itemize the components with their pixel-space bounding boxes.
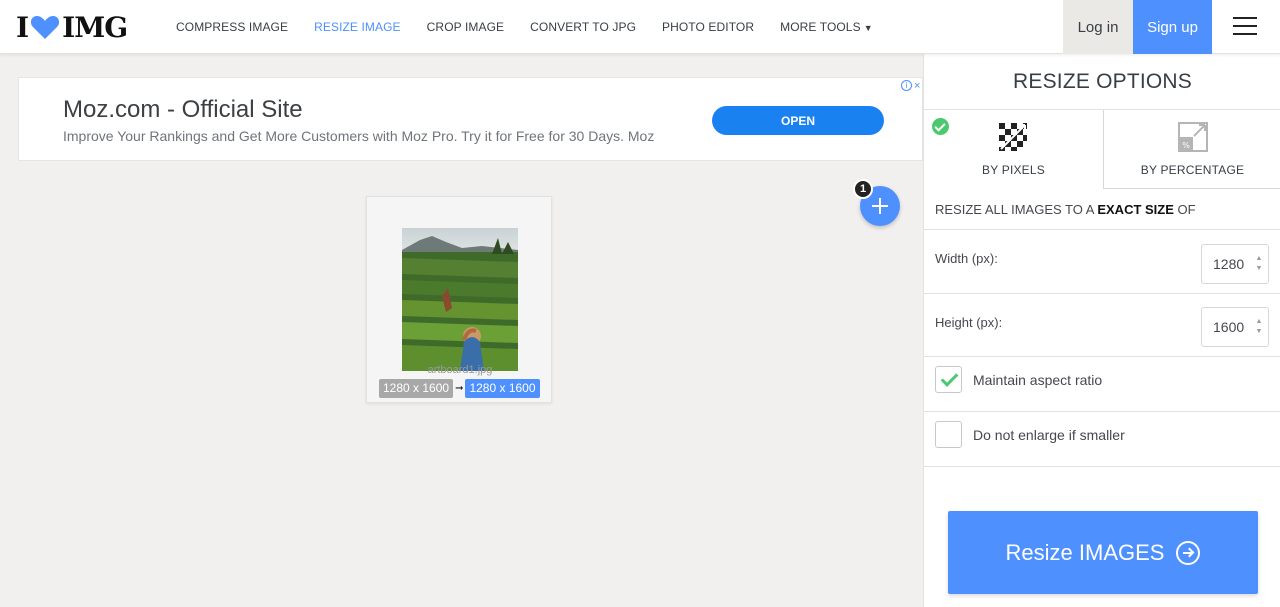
login-button[interactable]: Log in xyxy=(1063,0,1133,54)
logo-letter-i: I xyxy=(16,10,29,44)
nav-resize-image[interactable]: RESIZE IMAGE xyxy=(314,20,401,34)
ad-description: Improve Your Rankings and Get More Custo… xyxy=(63,128,655,144)
maintain-aspect-checkbox[interactable] xyxy=(935,366,962,393)
ad-open-button[interactable]: OPEN xyxy=(712,106,884,135)
width-spinner-icon[interactable]: ▲ ▼ xyxy=(1255,254,1263,276)
logo-text-img: IMG xyxy=(62,10,128,44)
width-value: 1280 xyxy=(1213,256,1245,272)
top-header: I IMG COMPRESS IMAGE RESIZE IMAGE CROP I… xyxy=(0,0,1280,54)
info-icon[interactable]: i xyxy=(901,80,912,91)
maintain-aspect-row: Maintain aspect ratio xyxy=(924,356,1280,411)
no-enlarge-label[interactable]: Do not enlarge if smaller xyxy=(973,427,1125,443)
nav-convert-to-jpg[interactable]: CONVERT TO JPG xyxy=(530,20,636,34)
resize-images-label: Resize IMAGES xyxy=(1005,539,1165,565)
image-thumbnail xyxy=(402,228,518,371)
nav-photo-editor[interactable]: PHOTO EDITOR xyxy=(662,20,754,34)
width-row: Width (px): 1280 ▲ ▼ xyxy=(924,229,1280,293)
percentage-icon: % xyxy=(1178,122,1208,152)
ad-title[interactable]: Moz.com - Official Site xyxy=(63,96,303,124)
file-card[interactable]: artboard1.jpg 1280 x 1600 ➞ 1280 x 1600 xyxy=(366,196,552,403)
original-size-badge: 1280 x 1600 xyxy=(379,379,454,398)
no-enlarge-row: Do not enlarge if smaller xyxy=(924,411,1280,467)
width-input[interactable]: 1280 ▲ ▼ xyxy=(1201,244,1269,284)
height-input[interactable]: 1600 ▲ ▼ xyxy=(1201,307,1269,347)
ad-choices[interactable]: i × xyxy=(901,80,920,92)
hamburger-menu-icon[interactable] xyxy=(1233,17,1257,37)
file-count-badge: 1 xyxy=(853,179,873,199)
close-icon[interactable]: × xyxy=(914,80,920,92)
new-size-badge: 1280 x 1600 xyxy=(465,379,540,398)
resize-desc-emphasis: EXACT SIZE xyxy=(1097,202,1174,217)
main-nav: COMPRESS IMAGE RESIZE IMAGE CROP IMAGE C… xyxy=(176,0,899,54)
tab-by-percentage[interactable]: % BY PERCENTAGE xyxy=(1103,110,1280,189)
width-label: Width (px): xyxy=(935,251,998,266)
ad-banner[interactable]: Moz.com - Official Site Improve Your Ran… xyxy=(18,77,923,161)
height-row: Height (px): 1600 ▲ ▼ xyxy=(924,293,1280,356)
hamburger-line xyxy=(1233,17,1257,19)
hamburger-line xyxy=(1233,33,1257,35)
nav-crop-image[interactable]: CROP IMAGE xyxy=(427,20,504,34)
resize-mode-tabs: BY PIXELS % BY PERCENTAGE xyxy=(924,109,1280,189)
arrow-right-icon: ➞ xyxy=(455,383,464,394)
tab-by-pixels[interactable]: BY PIXELS xyxy=(924,110,1103,189)
signup-button[interactable]: Sign up xyxy=(1133,0,1212,54)
svg-text:%: % xyxy=(1182,141,1190,150)
height-label: Height (px): xyxy=(935,315,1003,330)
nav-compress-image[interactable]: COMPRESS IMAGE xyxy=(176,20,288,34)
hamburger-line xyxy=(1233,25,1257,27)
caret-down-icon: ▼ xyxy=(863,23,873,33)
height-spinner-icon[interactable]: ▲ ▼ xyxy=(1255,317,1263,339)
nav-more-tools[interactable]: MORE TOOLS ▼ xyxy=(780,20,873,34)
height-value: 1600 xyxy=(1213,319,1245,335)
resize-desc-suffix: OF xyxy=(1173,202,1196,217)
resize-desc-prefix: RESIZE ALL IMAGES TO A xyxy=(935,202,1098,217)
ilovepdf-logo[interactable]: I IMG xyxy=(16,10,128,44)
resize-mode-description: RESIZE ALL IMAGES TO A EXACT SIZE OF xyxy=(935,202,1196,217)
pixels-icon xyxy=(999,123,1027,151)
arrow-circle-right-icon xyxy=(1176,540,1201,565)
tab-by-percentage-label: BY PERCENTAGE xyxy=(1140,163,1245,177)
file-name: artboard1.jpg xyxy=(427,364,493,376)
tab-by-pixels-label: BY PIXELS xyxy=(982,163,1045,177)
sidebar-title: RESIZE OPTIONS xyxy=(1013,70,1192,93)
resize-options-sidebar: RESIZE OPTIONS BY PIXELS % BY PERCENTAGE… xyxy=(923,54,1280,607)
dimension-badges: 1280 x 1600 ➞ 1280 x 1600 xyxy=(379,379,540,398)
plus-icon xyxy=(879,198,881,214)
no-enlarge-checkbox[interactable] xyxy=(935,421,962,448)
heart-icon xyxy=(31,16,60,39)
resize-images-button[interactable]: Resize IMAGES xyxy=(948,511,1258,594)
nav-more-tools-label: MORE TOOLS xyxy=(780,20,861,34)
maintain-aspect-label[interactable]: Maintain aspect ratio xyxy=(973,372,1102,388)
selected-check-icon xyxy=(932,118,949,135)
